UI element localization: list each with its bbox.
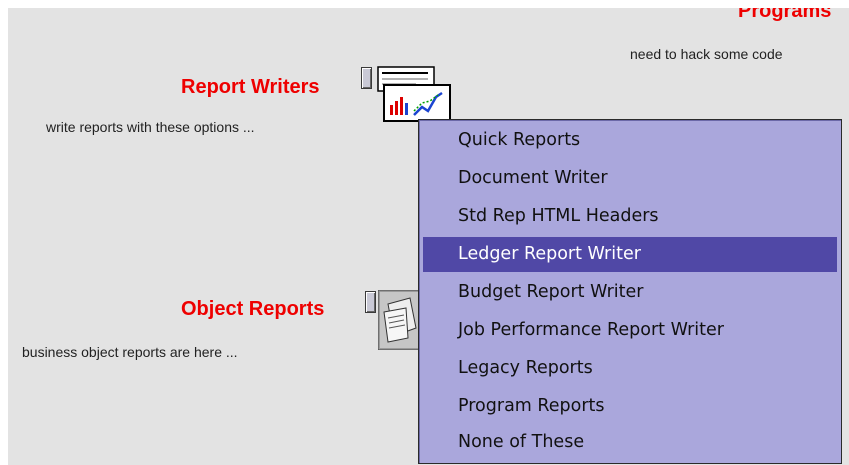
object-reports-expand-button[interactable] bbox=[365, 291, 376, 313]
object-reports-title[interactable]: Object Reports bbox=[181, 298, 324, 321]
menu-item-job-performance-report-writer[interactable]: Job Performance Report Writer bbox=[423, 313, 837, 348]
programs-description: need to hack some code bbox=[630, 46, 783, 62]
object-reports-description: business object reports are here ... bbox=[22, 344, 238, 360]
report-writers-title[interactable]: Report Writers bbox=[181, 76, 320, 99]
menu-item-budget-report-writer[interactable]: Budget Report Writer bbox=[423, 275, 837, 310]
report-writers-dropdown-menu: Quick Reports Document Writer Std Rep HT… bbox=[418, 119, 842, 464]
menu-item-quick-reports[interactable]: Quick Reports bbox=[423, 123, 837, 158]
menu-item-legacy-reports[interactable]: Legacy Reports bbox=[423, 351, 837, 386]
menu-item-none-of-these[interactable]: None of These bbox=[423, 425, 837, 460]
menu-item-program-reports[interactable]: Program Reports bbox=[423, 389, 837, 424]
report-writers-description: write reports with these options ... bbox=[46, 119, 255, 135]
report-writers-expand-button[interactable] bbox=[361, 67, 372, 89]
menu-item-std-rep-html-headers[interactable]: Std Rep HTML Headers bbox=[423, 199, 837, 234]
right-edge-fragment bbox=[842, 188, 849, 208]
programs-title: Programs bbox=[738, 8, 832, 22]
object-reports-folder-icon[interactable] bbox=[378, 290, 422, 350]
menu-item-document-writer[interactable]: Document Writer bbox=[423, 161, 837, 196]
menu-item-ledger-report-writer[interactable]: Ledger Report Writer bbox=[423, 237, 837, 272]
report-chart-icon[interactable] bbox=[376, 65, 454, 123]
